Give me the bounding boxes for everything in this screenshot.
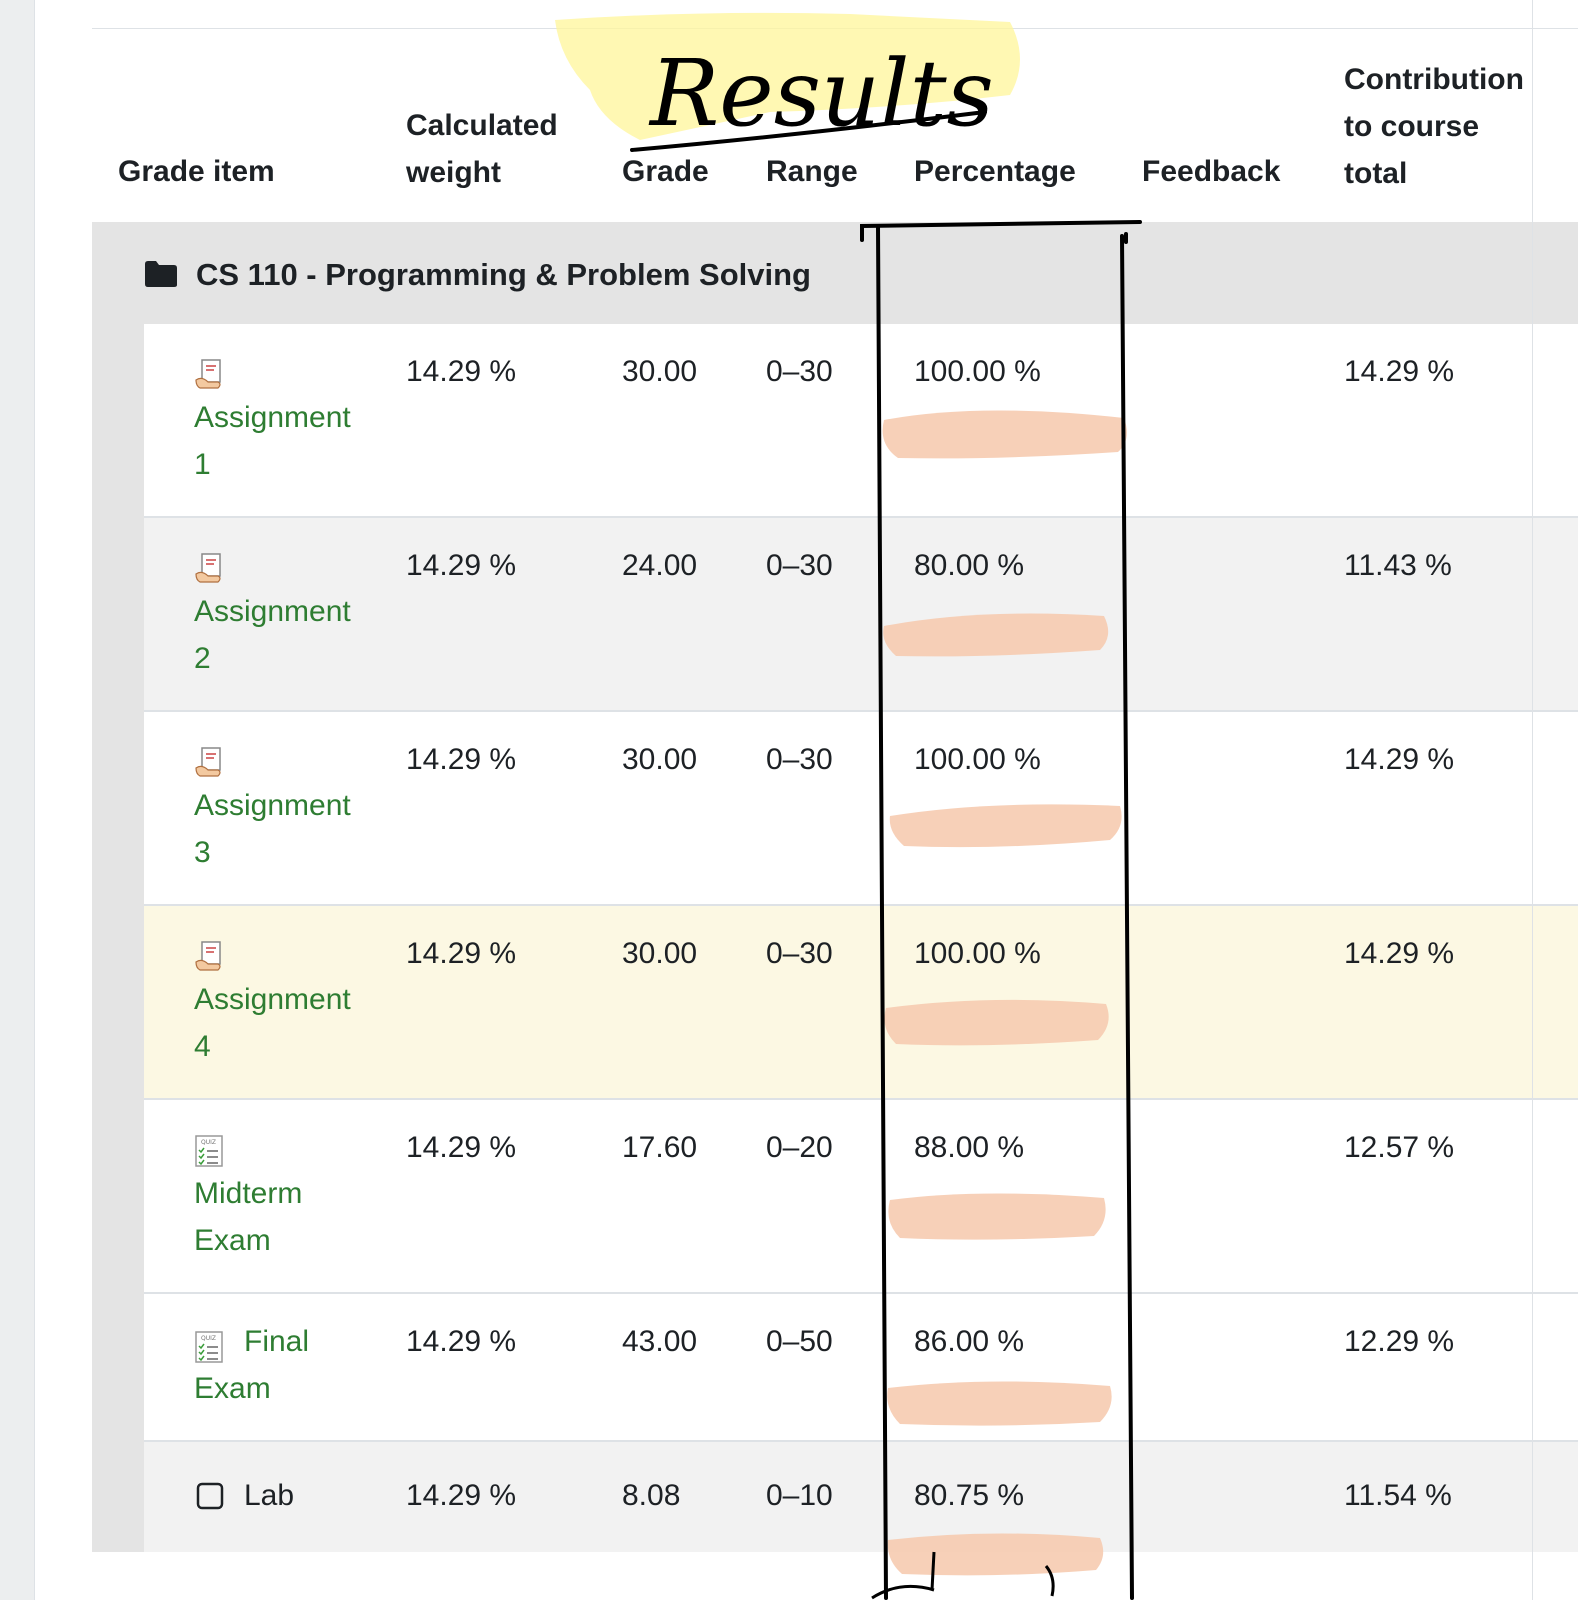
header-grade-item[interactable]: Grade item — [118, 148, 275, 195]
right-divider — [1532, 0, 1533, 1600]
category-title[interactable]: CS 110 - Programming & Problem Solving — [196, 252, 811, 298]
grade-cell: 30.00 — [622, 743, 698, 776]
percentage-cell: 80.75 % — [914, 1479, 1025, 1512]
grade-cell: 8.08 — [622, 1479, 681, 1512]
table-row: Assignment 3 14.29 % 30.00 0–30 100.00 % … — [144, 712, 1578, 906]
percentage-cell: 88.00 % — [914, 1131, 1025, 1164]
weight-cell: 14.29 % — [406, 743, 517, 776]
assignment-icon — [195, 941, 221, 971]
percentage-cell: 80.00 % — [914, 549, 1025, 582]
quiz-icon: QUIZ — [195, 1135, 223, 1167]
range-cell: 0–30 — [766, 743, 833, 776]
range-cell: 0–30 — [766, 549, 833, 582]
table-row: Assignment 1 14.29 % 30.00 0–30 100.00 % … — [144, 324, 1578, 518]
grade-cell: 43.00 — [622, 1325, 698, 1358]
weight-cell: 14.29 % — [406, 1325, 517, 1358]
table-row: Lab 14.29 % 8.08 0–10 80.75 % 11.54 % — [144, 1442, 1578, 1552]
weight-cell: 14.29 % — [406, 1131, 517, 1164]
grade-item-link-line2[interactable]: Exam — [194, 1365, 271, 1412]
percentage-cell: 100.00 % — [914, 743, 1041, 776]
table-row: QUIZ Midterm Exam 14.29 % 17.60 0–20 88.0… — [144, 1100, 1578, 1294]
header-range[interactable]: Range — [766, 148, 858, 195]
header-percentage[interactable]: Percentage — [914, 148, 1076, 195]
percentage-cell: 100.00 % — [914, 355, 1041, 388]
contribution-cell: 11.54 % — [1344, 1479, 1452, 1512]
grade-item-link[interactable]: Midterm Exam — [194, 1170, 302, 1264]
folder-icon — [145, 261, 177, 287]
contribution-cell: 14.29 % — [1344, 743, 1455, 776]
range-cell: 0–30 — [766, 355, 833, 388]
table-row-highlighted: Assignment 4 14.29 % 30.00 0–30 100.00 % … — [144, 906, 1578, 1100]
contribution-cell: 14.29 % — [1344, 937, 1455, 970]
grade-cell: 30.00 — [622, 937, 698, 970]
range-cell: 0–10 — [766, 1479, 833, 1512]
weight-cell: 14.29 % — [406, 549, 517, 582]
checkbox-icon — [196, 1482, 224, 1510]
weight-cell: 14.29 % — [406, 355, 517, 388]
grade-cell: 24.00 — [622, 549, 698, 582]
svg-text:QUIZ: QUIZ — [201, 1139, 216, 1146]
contribution-cell: 14.29 % — [1344, 355, 1455, 388]
grade-item-link[interactable]: Final — [244, 1318, 309, 1365]
top-divider — [92, 28, 1578, 29]
contribution-cell: 11.43 % — [1344, 549, 1452, 582]
highlighter-mark — [555, 12, 1020, 141]
grade-cell: 17.60 — [622, 1131, 698, 1164]
header-grade[interactable]: Grade — [622, 148, 709, 195]
handwritten-underline — [630, 110, 987, 152]
quiz-icon: QUIZ — [195, 1331, 223, 1363]
weight-cell: 14.29 % — [406, 1479, 517, 1512]
left-gutter — [0, 0, 35, 1600]
table-row: Assignment 2 14.29 % 24.00 0–30 80.00 % 1… — [144, 518, 1578, 712]
handwritten-results: Results — [648, 40, 994, 147]
grade-item-link[interactable]: Assignment 4 — [194, 976, 351, 1070]
grade-cell: 30.00 — [622, 355, 698, 388]
header-contribution[interactable]: Contribution to course total — [1344, 56, 1524, 197]
contribution-cell: 12.57 % — [1344, 1131, 1455, 1164]
percentage-cell: 86.00 % — [914, 1325, 1025, 1358]
assignment-icon — [195, 747, 221, 777]
header-calculated-weight[interactable]: Calculated weight — [406, 102, 558, 196]
grade-item-link[interactable]: Assignment 1 — [194, 394, 351, 488]
header-feedback[interactable]: Feedback — [1142, 148, 1280, 195]
range-cell: 0–20 — [766, 1131, 833, 1164]
range-cell: 0–50 — [766, 1325, 833, 1358]
percentage-cell: 100.00 % — [914, 937, 1041, 970]
grade-item-link[interactable]: Assignment 3 — [194, 782, 351, 876]
svg-text:QUIZ: QUIZ — [201, 1335, 216, 1342]
grade-item-link[interactable]: Assignment 2 — [194, 588, 351, 682]
assignment-icon — [195, 359, 221, 389]
handdrawn-scribble — [871, 1551, 1055, 1600]
grade-item-name[interactable]: Lab — [244, 1472, 294, 1519]
contribution-cell: 12.29 % — [1344, 1325, 1455, 1358]
assignment-icon — [195, 553, 221, 583]
table-row: QUIZ Final Exam 14.29 % 43.00 0–50 86.00… — [144, 1294, 1578, 1442]
weight-cell: 14.29 % — [406, 937, 517, 970]
range-cell: 0–30 — [766, 937, 833, 970]
